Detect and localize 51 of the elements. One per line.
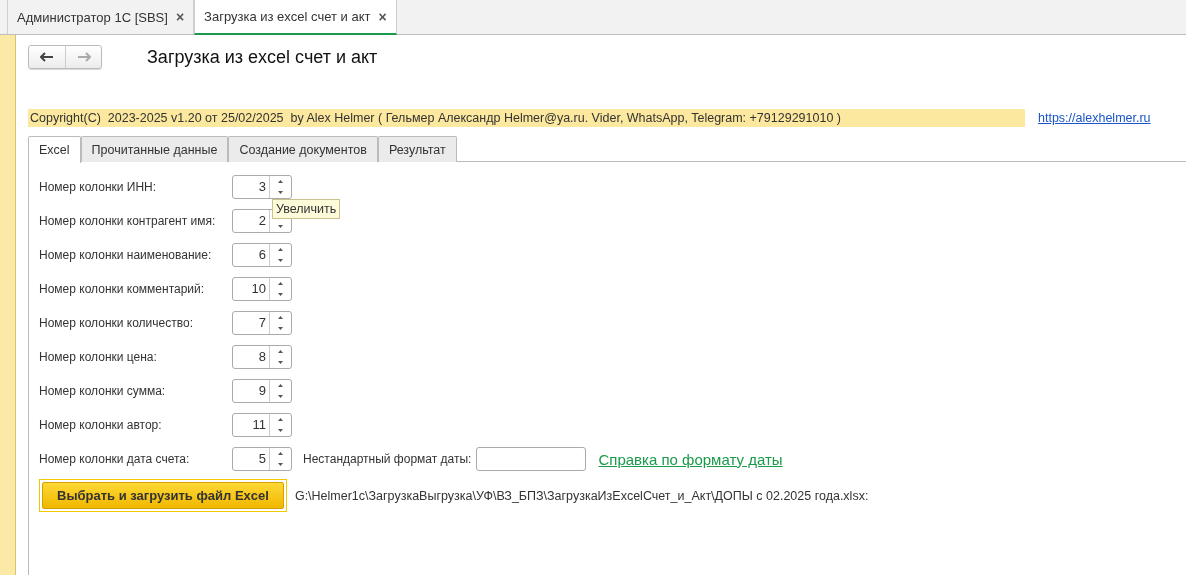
up-arrow-icon[interactable] [277, 451, 284, 456]
close-icon[interactable]: × [378, 8, 387, 25]
number-field[interactable]: 9 [232, 379, 292, 403]
field-label: Номер колонки ИНН: [39, 180, 158, 194]
down-arrow-icon[interactable] [277, 224, 284, 229]
date-format-field[interactable] [476, 447, 587, 471]
down-arrow-icon[interactable] [277, 360, 284, 365]
window-tab[interactable]: Загрузка из excel счет и акт × [194, 0, 397, 35]
number-field[interactable]: 5 [232, 447, 292, 471]
help-link[interactable]: Справка по формату даты [598, 450, 783, 468]
number-field[interactable]: 8 [232, 345, 292, 369]
form-title: Загрузка из excel счет и акт [147, 46, 378, 68]
down-arrow-icon[interactable] [277, 190, 284, 195]
field-label: Нестандартный формат даты: [303, 452, 472, 466]
up-arrow-icon[interactable] [277, 247, 284, 252]
website-link[interactable]: https://alexhelmer.ru [1038, 111, 1151, 125]
field-label: Номер колонки цена: [39, 350, 158, 364]
down-arrow-icon[interactable] [277, 258, 284, 263]
up-arrow-icon[interactable] [277, 383, 284, 388]
field-label: Номер колонки контрагент имя: [39, 214, 217, 228]
down-arrow-icon[interactable] [277, 292, 284, 297]
down-arrow-icon[interactable] [277, 462, 284, 467]
field-label: Номер колонки комментарий: [39, 282, 206, 296]
tab[interactable]: Результат [377, 136, 457, 162]
tooltip: Увеличить [272, 199, 341, 219]
number-field[interactable]: 11 [232, 413, 292, 437]
tab[interactable]: Excel [28, 136, 81, 163]
file-path-text: G:\Helmer1c\ЗагрузкаВыгрузка\УФ\ВЗ_БПЗ\ЗагрузкаИзExcelСчет_и_Акт\ДОПЫ с 02.2025 года.xlsx: [294, 488, 869, 503]
tab[interactable]: Прочитанные данные [80, 136, 229, 162]
field-label: Номер колонки количество: [39, 316, 194, 330]
tab[interactable]: Создание документов [228, 136, 378, 162]
up-arrow-icon[interactable] [277, 281, 284, 286]
up-arrow-icon[interactable] [277, 417, 284, 422]
close-icon[interactable]: × [175, 9, 185, 25]
right-arrow-icon [76, 52, 91, 62]
up-arrow-icon[interactable] [277, 349, 284, 354]
load-file-button[interactable]: Выбрать и загрузить файл Excel [42, 482, 284, 509]
up-arrow-icon[interactable] [277, 179, 284, 184]
left-arrow-icon [40, 52, 54, 62]
field-label: Номер колонки автор: [39, 418, 163, 432]
field-label: Номер колонки сумма: [39, 384, 167, 398]
number-field[interactable]: 6 [232, 243, 292, 267]
number-field[interactable]: 10 [232, 277, 292, 301]
number-field[interactable]: 7 [232, 311, 292, 335]
down-arrow-icon[interactable] [277, 394, 284, 399]
field-label: Номер колонки наименование: [39, 248, 213, 262]
down-arrow-icon[interactable] [277, 326, 284, 331]
field-label: Номер колонки дата счета: [39, 452, 191, 466]
down-arrow-icon[interactable] [277, 428, 284, 433]
up-arrow-icon[interactable] [277, 315, 284, 320]
copyright-text: Copyright(C) 2023-2025 v1.20 от 25/02/2025 by Alex Helmer ( Гельмер Александр Helmer@ya.ru. Vider, WhatsApp, Telegram: +79129291010 ) [28, 109, 1025, 127]
